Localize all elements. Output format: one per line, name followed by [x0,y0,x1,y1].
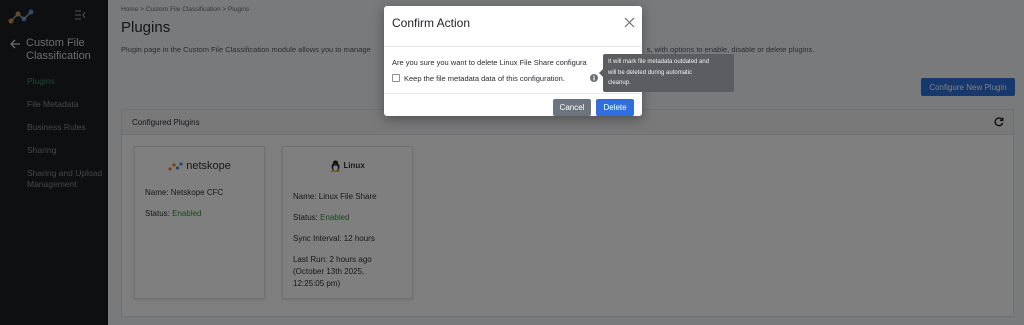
divider [384,93,642,94]
tooltip-line: will be deleted during automatic [608,69,693,76]
tooltip-line: It will mark file metadata outdated and [608,59,710,65]
close-icon[interactable] [624,17,635,28]
keep-metadata-checkbox[interactable] [392,74,400,82]
info-tooltip: It will mark file metadata outdated and … [603,54,734,92]
dialog-title: Confirm Action [392,16,471,30]
tooltip-line: cleanup. [608,80,631,86]
cancel-button[interactable]: Cancel [553,99,591,116]
divider [384,46,642,47]
dialog-message: Are you sure you want to delete Linux Fi… [392,58,587,67]
delete-button[interactable]: Delete [596,99,634,116]
info-icon[interactable] [590,74,598,82]
keep-metadata-label[interactable]: Keep the file metadata data of this conf… [404,74,565,83]
